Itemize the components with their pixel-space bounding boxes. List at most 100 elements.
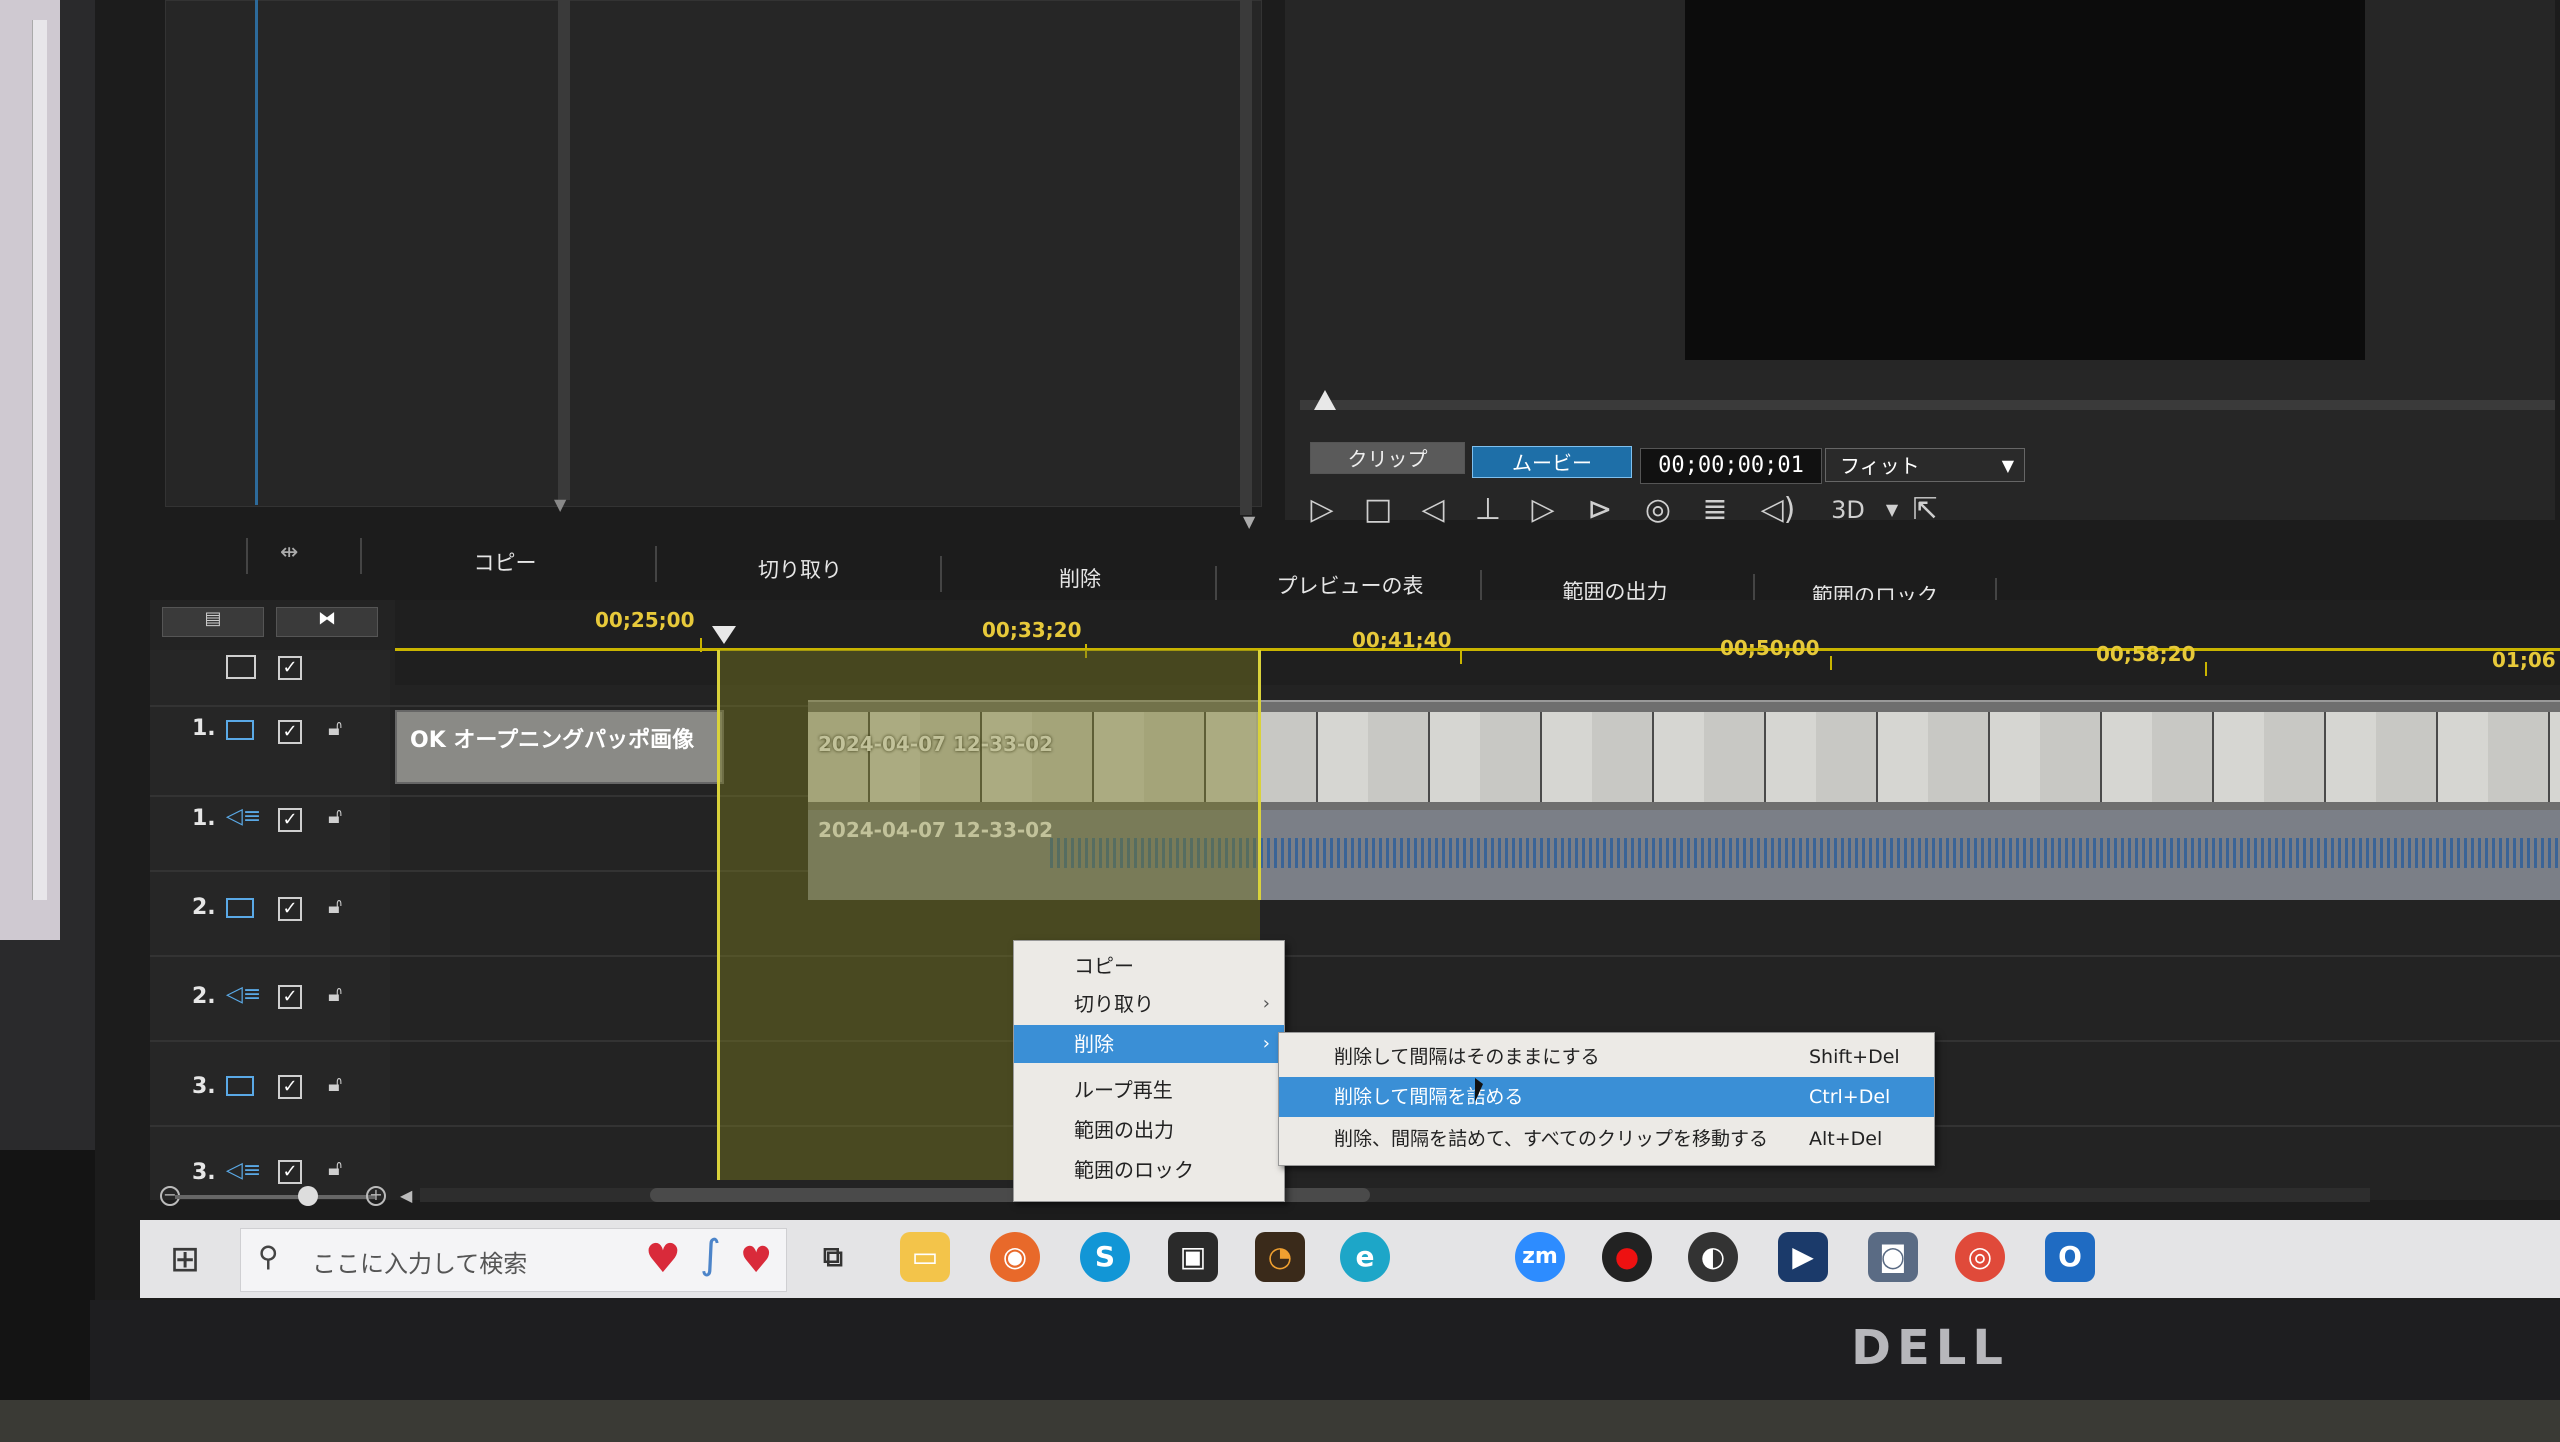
range-start-marker[interactable]	[717, 650, 720, 1180]
audio-track-icon: ◁≡	[226, 982, 262, 1007]
edge-icon[interactable]: e	[1340, 1232, 1390, 1282]
record-icon[interactable]: ●	[1602, 1232, 1652, 1282]
scroll-down-icon-2[interactable]: ▼	[1243, 512, 1255, 531]
toolbar-separator	[940, 556, 942, 592]
app-icon-dark[interactable]: ▣	[1168, 1232, 1218, 1282]
all-tracks-checkbox[interactable]: ✓	[278, 656, 302, 680]
outlook-icon[interactable]: O	[2045, 1232, 2095, 1282]
obs-icon[interactable]: ◐	[1688, 1232, 1738, 1282]
ruler-label: 00;33;20	[982, 618, 1082, 642]
ruler-label: 01;06	[2492, 648, 2556, 672]
menu-item-delete[interactable]: 削除 ›	[1014, 1025, 1284, 1063]
play-icon[interactable]: ▷	[1302, 490, 1342, 530]
left-monitor-screen	[0, 0, 60, 940]
ruler-tick	[1460, 650, 1462, 664]
zoom-app-icon[interactable]: zm	[1515, 1232, 1565, 1282]
menu-item-copy[interactable]: コピー	[1014, 947, 1284, 985]
fast-forward-icon[interactable]: ⊳	[1580, 490, 1620, 530]
submenu-item-label: 削除して間隔はそのままにする	[1334, 1046, 1600, 1068]
library-divider	[255, 0, 258, 505]
track-enable-checkbox[interactable]: ✓	[278, 808, 302, 832]
timecode-display[interactable]: 00;00;00;01	[1640, 448, 1822, 484]
lock-icon[interactable]: 🔓︎	[328, 716, 342, 741]
camera-icon[interactable]: ◙	[1868, 1232, 1918, 1282]
menu-item-loop-play[interactable]: ループ再生	[1014, 1071, 1284, 1109]
next-frame-icon[interactable]: ▷	[1523, 490, 1563, 530]
copy-button[interactable]: コピー	[440, 547, 570, 577]
subtitle-icon[interactable]: ≣	[1695, 490, 1735, 530]
audio-track-icon: ◁≡	[226, 1158, 262, 1183]
desk-background	[0, 1400, 2560, 1442]
shortcut-label: Alt+Del	[1809, 1128, 1883, 1150]
preview-scrubber[interactable]	[1300, 400, 2555, 410]
zoom-slider-knob[interactable]	[298, 1186, 318, 1206]
lock-icon[interactable]: 🔓︎	[328, 1072, 342, 1097]
all-tracks-view-icon[interactable]	[226, 655, 256, 679]
ruler-tick	[1830, 656, 1832, 670]
track-enable-checkbox[interactable]: ✓	[278, 1160, 302, 1184]
submenu-item-delete-ripple-all[interactable]: 削除、間隔を詰めて、すべてのクリップを移動する Alt+Del	[1279, 1119, 1934, 1159]
track-enable-checkbox[interactable]: ✓	[278, 897, 302, 921]
file-explorer-icon[interactable]: ▭	[900, 1232, 950, 1282]
storyboard-view-button[interactable]: ▤	[162, 607, 264, 637]
zoom-in-icon[interactable]: +	[366, 1186, 386, 1206]
track-enable-checkbox[interactable]: ✓	[278, 720, 302, 744]
firefox-icon[interactable]: ◉	[990, 1232, 1040, 1282]
3d-mode-button[interactable]: 3D	[1818, 490, 1878, 530]
windows-start-icon[interactable]: ⊞	[165, 1240, 205, 1280]
track-enable-checkbox[interactable]: ✓	[278, 985, 302, 1009]
track-number: 3.	[192, 1074, 216, 1099]
submenu-item-label: 削除、間隔を詰めて、すべてのクリップを移動する	[1334, 1128, 1768, 1150]
search-icon: ⚲	[258, 1240, 279, 1273]
powerdirector-icon[interactable]: ▶	[1778, 1232, 1828, 1282]
menu-item-output-range[interactable]: 範囲の出力	[1014, 1111, 1284, 1149]
menu-item-cut[interactable]: 切り取り ›	[1014, 985, 1284, 1023]
tab-movie[interactable]: ムービー	[1472, 446, 1632, 478]
previous-frame-icon[interactable]: ◁	[1413, 490, 1453, 530]
app-icon-orange[interactable]: ◔	[1255, 1232, 1305, 1282]
menu-item-lock-range[interactable]: 範囲のロック	[1014, 1151, 1284, 1189]
mark-in-icon[interactable]: ⊥	[1468, 490, 1508, 530]
volume-icon[interactable]: ◁)	[1758, 490, 1798, 530]
timeline-view-button[interactable]: ⧓	[276, 607, 378, 637]
delete-submenu: 削除して間隔はそのままにする Shift+Del 削除して間隔を詰める Ctrl+D…	[1278, 1032, 1935, 1166]
stop-icon[interactable]: □	[1358, 490, 1398, 530]
lock-icon[interactable]: 🔓︎	[328, 1156, 342, 1181]
lock-icon[interactable]: 🔓︎	[328, 804, 342, 829]
search-placeholder: ここに入力して検索	[312, 1250, 528, 1278]
scroll-left-icon[interactable]: ◀	[400, 1186, 412, 1205]
video-track-icon	[226, 1076, 254, 1096]
shortcut-label: Shift+Del	[1809, 1046, 1900, 1068]
left-monitor-scrollbar	[32, 20, 47, 900]
toolbar-separator	[655, 546, 657, 582]
media-scrollbar[interactable]	[1240, 0, 1252, 515]
skype-icon[interactable]: S	[1080, 1232, 1130, 1282]
track-number: 2.	[192, 984, 216, 1009]
timeline-zoom-slider[interactable]	[175, 1195, 375, 1199]
split-icon[interactable]: ⇹	[280, 540, 298, 565]
chrome-icon[interactable]: ◎	[1955, 1232, 2005, 1282]
zoom-select[interactable]: フィット ▼	[1825, 448, 2025, 482]
lock-icon[interactable]: 🔓︎	[328, 894, 342, 919]
submenu-item-delete-close-gap[interactable]: 削除して間隔を詰める Ctrl+Del	[1279, 1077, 1934, 1117]
delete-button[interactable]: 削除	[1015, 563, 1145, 593]
task-view-icon[interactable]: ⧉	[808, 1232, 858, 1282]
scroll-down-icon[interactable]: ▼	[554, 495, 566, 514]
range-end-marker[interactable]	[1258, 650, 1261, 900]
library-scrollbar[interactable]	[558, 0, 570, 500]
lock-icon[interactable]: 🔓︎	[328, 982, 342, 1007]
scrubber-marker-icon[interactable]	[1314, 390, 1336, 410]
toolbar-separator	[360, 538, 362, 574]
snapshot-icon[interactable]: ◎	[1638, 490, 1678, 530]
track-number: 3.	[192, 1160, 216, 1185]
track-enable-checkbox[interactable]: ✓	[278, 1075, 302, 1099]
submenu-item-delete-keep-gap[interactable]: 削除して間隔はそのままにする Shift+Del	[1279, 1037, 1934, 1077]
ruler-label: 00;50;00	[1720, 636, 1820, 660]
cut-button[interactable]: 切り取り	[735, 554, 865, 584]
playhead-icon[interactable]	[712, 626, 736, 644]
external-preview-icon[interactable]: ⇱	[1905, 490, 1945, 530]
mouse-cursor-icon	[1475, 1078, 1483, 1102]
tab-clip[interactable]: クリップ	[1310, 442, 1465, 474]
track-number: 1.	[192, 716, 216, 741]
track-divider	[150, 955, 2560, 957]
